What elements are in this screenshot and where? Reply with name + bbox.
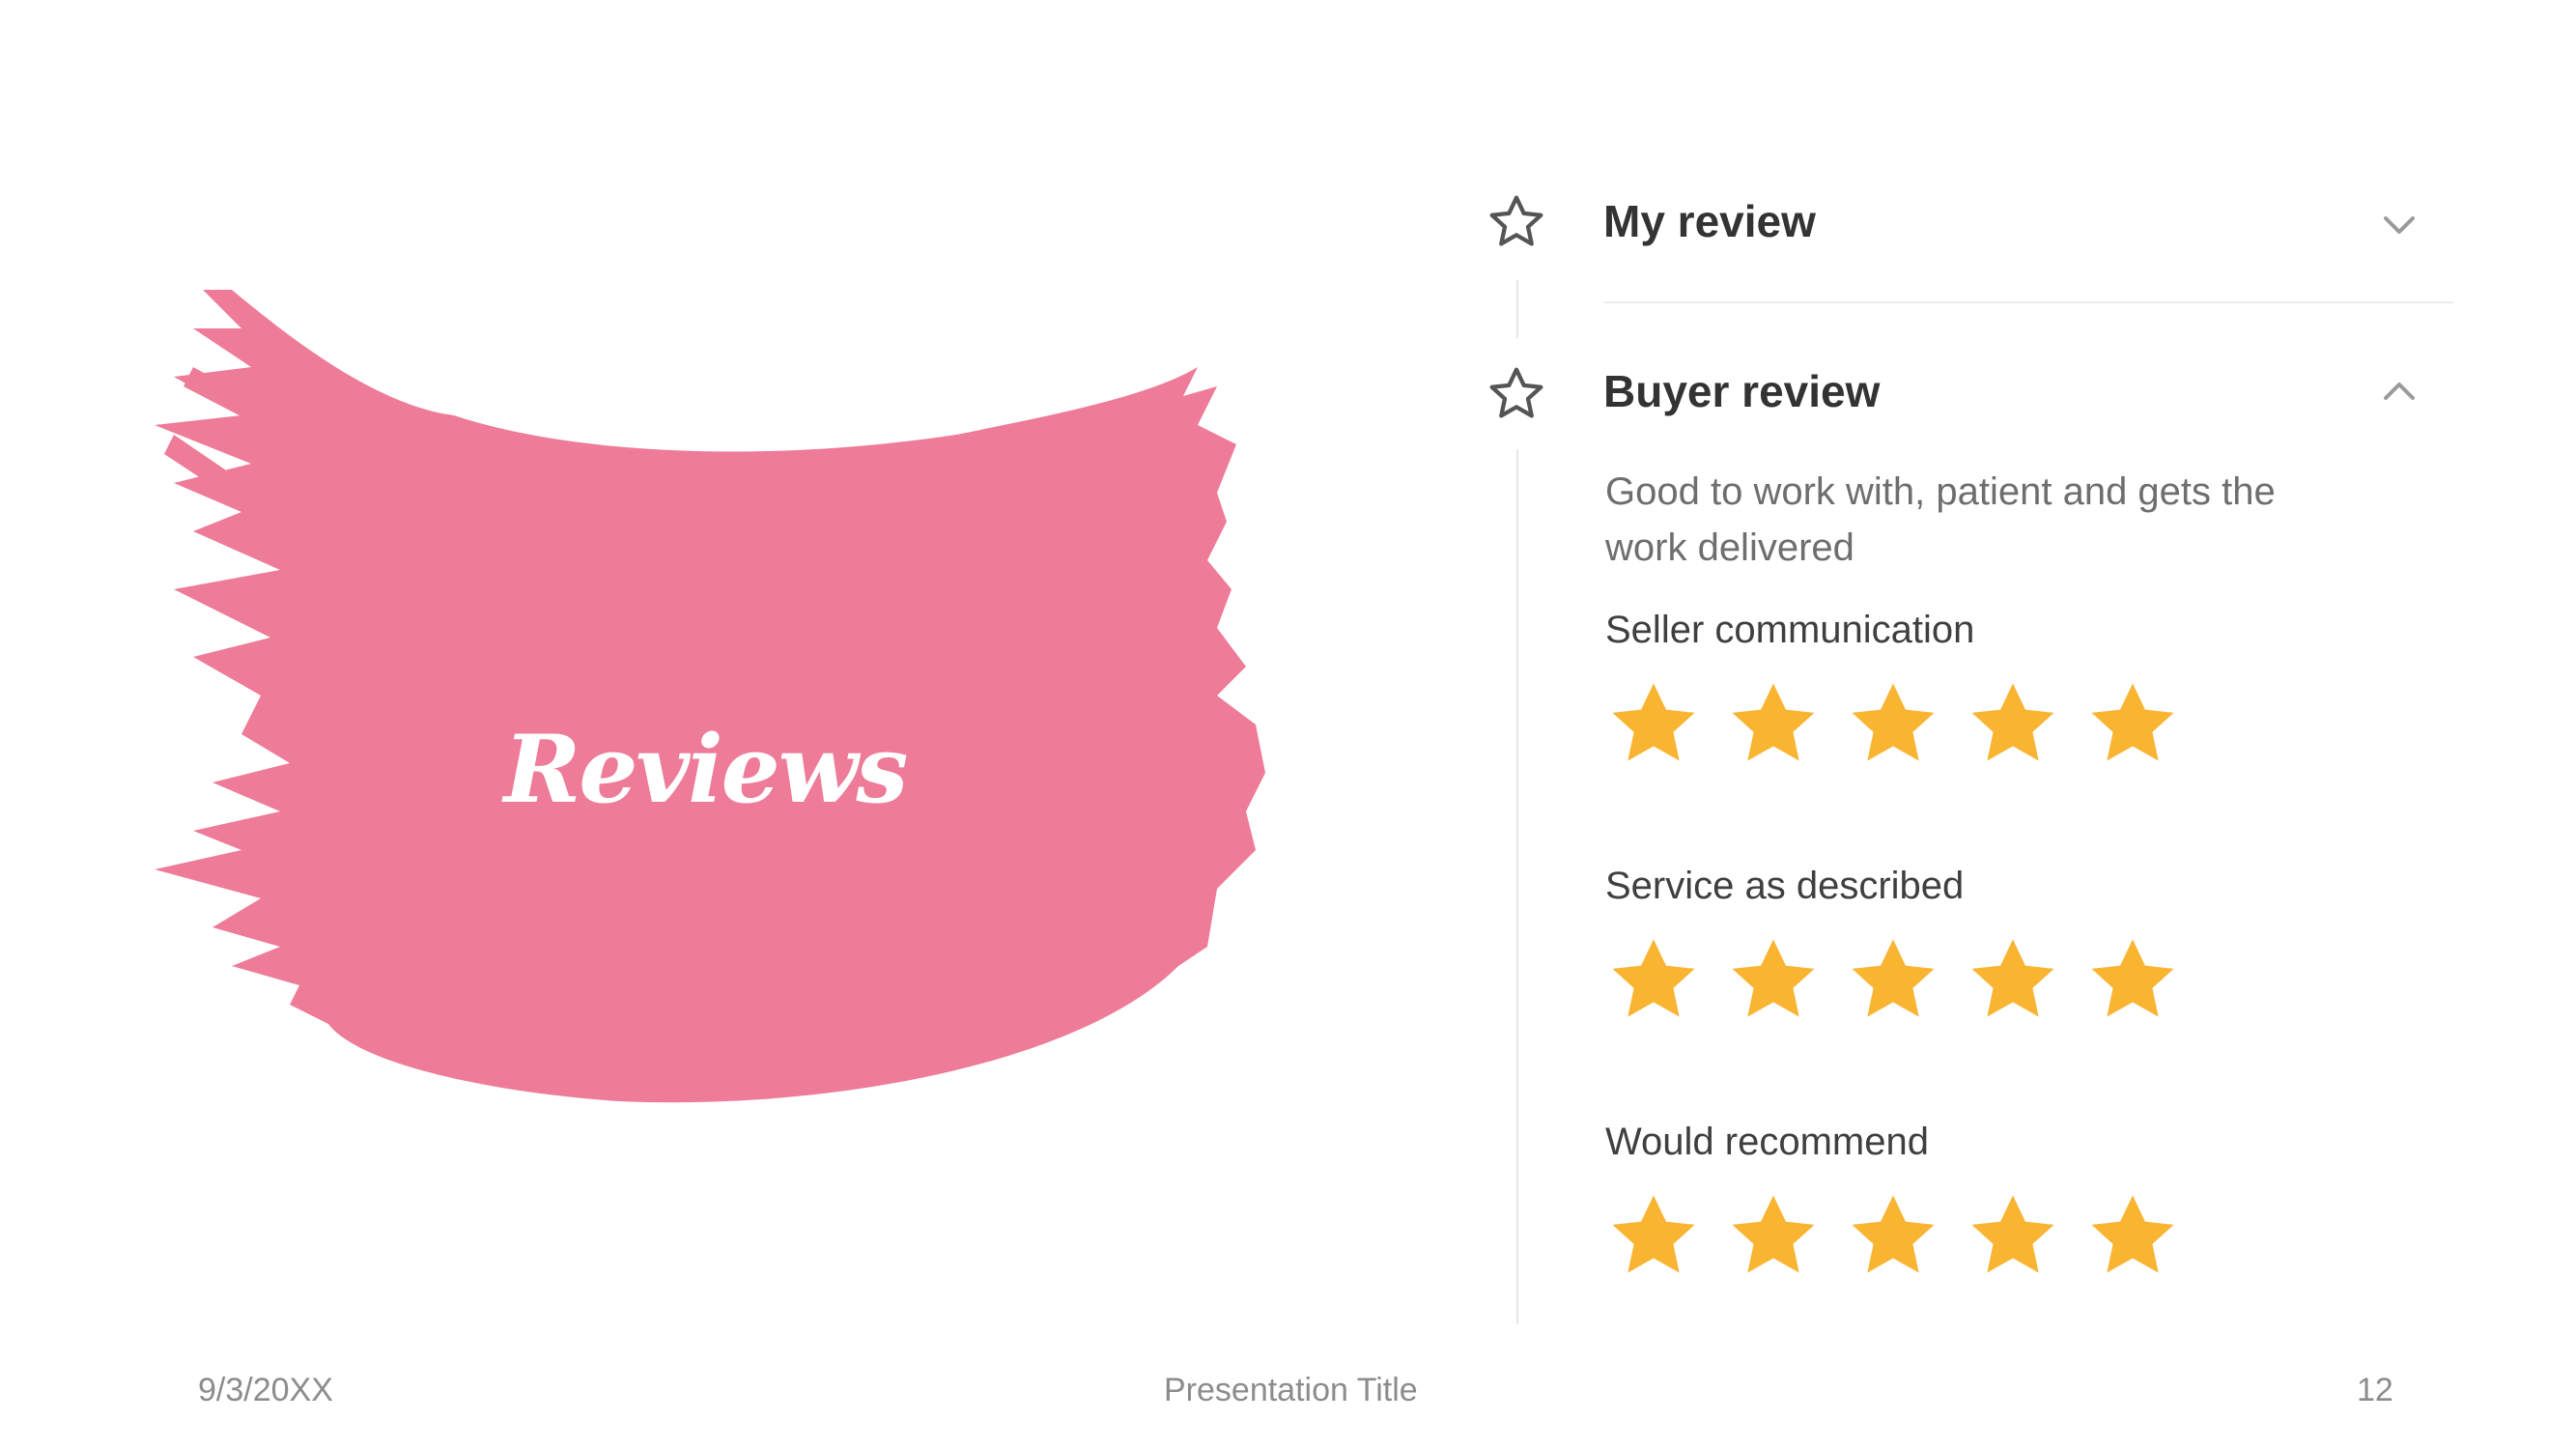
buyer-review-title: Buyer review bbox=[1603, 366, 1881, 416]
star-filled-icon bbox=[1732, 683, 1815, 761]
star-filled-icon bbox=[2091, 1195, 2174, 1273]
chevron-down-icon[interactable] bbox=[2376, 201, 2422, 247]
footer-title: Presentation Title bbox=[1164, 1372, 1418, 1408]
review-description: Good to work with, patient and gets the … bbox=[1605, 464, 2339, 576]
footer-page-number: 12 bbox=[2357, 1372, 2393, 1408]
my-review-title: My review bbox=[1603, 196, 1816, 246]
criterion-label: Service as described bbox=[1605, 865, 1965, 907]
timeline-line bbox=[1516, 449, 1518, 1323]
section-divider bbox=[1603, 301, 2453, 303]
star-filled-icon bbox=[1852, 939, 1935, 1017]
timeline-line bbox=[1516, 280, 1518, 338]
criterion-label: Would recommend bbox=[1605, 1121, 1929, 1163]
star-rating bbox=[1605, 932, 2181, 1029]
star-filled-icon bbox=[1971, 1195, 2054, 1273]
star-filled-icon bbox=[1971, 939, 2054, 1017]
star-rating bbox=[1605, 1188, 2181, 1285]
star-outline-icon bbox=[1489, 195, 1543, 246]
review-panel: My review Buyer review Good to work with… bbox=[1468, 174, 2453, 1333]
star-filled-icon bbox=[1612, 683, 1695, 761]
star-filled-icon bbox=[1852, 1195, 1935, 1273]
footer-date: 9/3/20XX bbox=[198, 1372, 333, 1408]
star-rating bbox=[1605, 676, 2181, 773]
star-filled-icon bbox=[1732, 1195, 1815, 1273]
slide-title: Reviews bbox=[503, 715, 909, 824]
star-filled-icon bbox=[2091, 939, 2174, 1017]
star-filled-icon bbox=[1852, 683, 1935, 761]
star-filled-icon bbox=[1612, 939, 1695, 1017]
review-description-line: Good to work with, patient and gets the bbox=[1605, 470, 2276, 513]
criterion-label: Seller communication bbox=[1605, 609, 1975, 651]
star-filled-icon bbox=[1732, 939, 1815, 1017]
star-filled-icon bbox=[1612, 1195, 1695, 1273]
star-filled-icon bbox=[2091, 683, 2174, 761]
slide: Reviews My review Buyer review Good to w… bbox=[0, 0, 2576, 1449]
review-description-line: work delivered bbox=[1605, 526, 1854, 569]
chevron-up-icon[interactable] bbox=[2376, 369, 2422, 415]
brush-stroke-fill bbox=[155, 290, 1265, 1103]
brush-stroke-shape bbox=[155, 290, 1265, 1103]
star-filled-icon bbox=[1971, 683, 2054, 761]
star-outline-icon bbox=[1489, 367, 1543, 418]
